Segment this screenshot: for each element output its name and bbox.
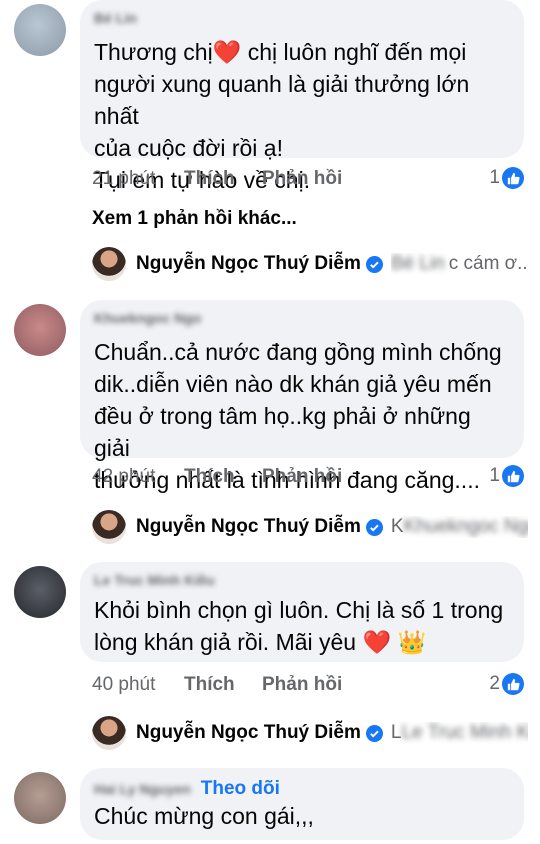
commenter-name[interactable]: Bé Lin: [94, 10, 510, 26]
reply-author[interactable]: Nguyễn Ngọc Thuý Diễm: [136, 253, 361, 275]
commenter-avatar[interactable]: [14, 772, 66, 824]
reply-author[interactable]: Nguyễn Ngọc Thuý Diễm: [136, 722, 361, 744]
reply-preview[interactable]: Nguyễn Ngọc Thuý Diễm Bé Lin c cám ơ...: [92, 244, 528, 284]
verified-badge-icon: [365, 518, 383, 536]
view-more-replies[interactable]: Xem 1 phản hồi khác...: [92, 208, 297, 230]
like-button[interactable]: Thích: [184, 674, 262, 696]
verified-badge-icon: [365, 724, 383, 742]
comment-bubble: Hai Ly Nguyen Theo dõi Chúc mừng con gái…: [80, 768, 524, 840]
like-button[interactable]: Thích: [184, 168, 262, 190]
comment-time[interactable]: 40 phút: [92, 674, 184, 696]
reaction-count: 2: [489, 673, 500, 694]
commenter-avatar[interactable]: [14, 304, 66, 356]
comment-bubble: Khuekngoc Ngo Chuẩn..cả nước đang gồng m…: [80, 300, 524, 493]
comment-time[interactable]: 21 phút: [92, 168, 184, 190]
reply-avatar[interactable]: [92, 247, 126, 281]
follow-button[interactable]: Theo dõi: [201, 778, 280, 800]
reply-preview[interactable]: Nguyễn Ngọc Thuý Diễm K Khuekngoc Ngo: [92, 507, 528, 547]
comment-actions: 42 phút Thích Phản hồi: [92, 466, 342, 488]
reply-snippet: Bé Lin c cám ơ...: [390, 253, 528, 274]
reaction-summary[interactable]: 1: [489, 167, 524, 189]
thumbs-up-icon: [502, 465, 524, 487]
reply-snippet: L Le Truc Minh Kiều: [390, 722, 528, 743]
thumbs-up-icon: [502, 673, 524, 695]
reaction-count: 1: [489, 167, 500, 188]
reply-preview[interactable]: Nguyễn Ngọc Thuý Diễm L Le Truc Minh Kiề…: [92, 713, 528, 753]
comment-bubble: Bé Lin Thương chị❤️ chị luôn nghĩ đến mọ…: [80, 0, 524, 193]
commenter-name[interactable]: Khuekngoc Ngo: [94, 310, 510, 326]
thumbs-up-icon: [502, 167, 524, 189]
comment-bubble: Le Truc Minh Kiều Khỏi bình chọn gì luôn…: [80, 562, 524, 662]
reaction-summary[interactable]: 1: [489, 465, 524, 487]
comment-actions: 40 phút Thích Phản hồi: [92, 674, 342, 696]
comment-text: Khỏi bình chọn gì luôn. Chị là số 1 tron…: [94, 597, 504, 655]
reaction-count: 1: [489, 465, 500, 486]
reaction-summary[interactable]: 2: [489, 673, 524, 695]
reply-avatar[interactable]: [92, 716, 126, 750]
reply-snippet: K Khuekngoc Ngo: [390, 516, 528, 537]
commenter-name[interactable]: Le Truc Minh Kiều: [94, 572, 510, 588]
like-button[interactable]: Thích: [184, 466, 262, 488]
reply-author[interactable]: Nguyễn Ngọc Thuý Diễm: [136, 516, 361, 538]
verified-badge-icon: [365, 255, 383, 273]
comment-text: Chúc mừng con gái,,,: [94, 803, 314, 829]
comment-actions: 21 phút Thích Phản hồi: [92, 168, 342, 190]
comment-header: Hai Ly Nguyen Theo dõi: [94, 778, 510, 800]
commenter-name[interactable]: Hai Ly Nguyen: [94, 781, 191, 797]
reply-button[interactable]: Phản hồi: [262, 674, 342, 696]
reply-avatar[interactable]: [92, 510, 126, 544]
comment-time[interactable]: 42 phút: [92, 466, 184, 488]
reply-button[interactable]: Phản hồi: [262, 466, 342, 488]
commenter-avatar[interactable]: [14, 4, 66, 56]
reply-button[interactable]: Phản hồi: [262, 168, 342, 190]
commenter-avatar[interactable]: [14, 566, 66, 618]
